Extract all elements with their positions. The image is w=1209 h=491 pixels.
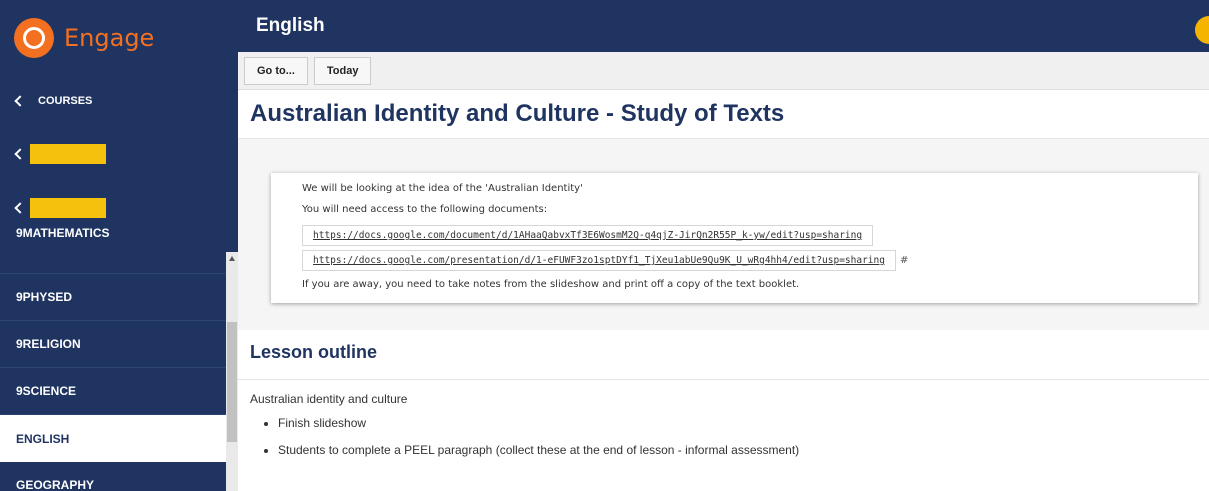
- sidebar-item-9science[interactable]: 9SCIENCE: [0, 368, 226, 415]
- header-bar: English: [238, 0, 1209, 52]
- sidebar-item-label: 9PHYSED: [16, 290, 73, 304]
- notification-bell-icon[interactable]: [1195, 16, 1209, 44]
- engage-logo-icon: [14, 17, 54, 58]
- presentation-link[interactable]: https://docs.google.com/presentation/d/1…: [302, 250, 896, 271]
- sidebar-item-label: 9MATHEMATICS: [16, 226, 110, 240]
- content-band: We will be looking at the idea of the 'A…: [238, 138, 1209, 330]
- main-content: English Go to... Today Australian Identi…: [238, 0, 1209, 491]
- courses-label: COURSES: [38, 95, 93, 107]
- logo-text: Engage: [64, 23, 155, 52]
- redaction-highlight: [30, 198, 106, 218]
- card-instruction: You will need access to the following do…: [302, 204, 548, 215]
- list-item: Students to complete a PEEL paragraph (c…: [278, 443, 1209, 457]
- list-item: Finish slideshow: [278, 416, 1209, 430]
- today-button[interactable]: Today: [313, 56, 372, 85]
- header-title: English: [256, 15, 325, 36]
- logo[interactable]: Engage: [0, 0, 238, 75]
- lesson-outline-heading: Lesson outline: [238, 330, 1209, 380]
- lesson-outline-intro: Australian identity and culture: [250, 392, 408, 406]
- scroll-up-arrow-icon[interactable]: [229, 256, 235, 261]
- sidebar-item-english[interactable]: ENGLISH: [0, 415, 226, 462]
- toolbar: Go to... Today: [238, 52, 1209, 90]
- sidebar-item-geography[interactable]: GEOGRAPHY: [0, 462, 226, 491]
- card-note: If you are away, you need to take notes …: [302, 279, 800, 290]
- card-intro: We will be looking at the idea of the 'A…: [302, 183, 583, 194]
- sidebar-item-9physed[interactable]: 9PHYSED: [0, 274, 226, 321]
- sidebar-scrollbar[interactable]: [226, 252, 238, 491]
- sidebar-item-9mathematics[interactable]: 9MATHEMATICS: [0, 226, 226, 274]
- chevron-left-icon: [14, 95, 26, 107]
- resource-card: We will be looking at the idea of the 'A…: [271, 173, 1198, 303]
- redaction-highlight: [30, 144, 106, 164]
- sidebar-item-label: ENGLISH: [16, 431, 70, 446]
- scroll-thumb[interactable]: [227, 322, 237, 442]
- chevron-left-icon: [14, 148, 26, 160]
- page-title: Australian Identity and Culture - Study …: [250, 100, 785, 127]
- redacted-nav-link-1[interactable]: [0, 127, 238, 181]
- sidebar-item-label: GEOGRAPHY: [16, 478, 95, 491]
- sidebar: Engage COURSES 9MATHEMATICS 9PHYSED 9REL…: [0, 0, 238, 491]
- sidebar-item-label: 9RELIGION: [16, 337, 81, 351]
- sidebar-item-9religion[interactable]: 9RELIGION: [0, 321, 226, 368]
- sidebar-item-label: 9SCIENCE: [16, 384, 77, 398]
- hash-mark: #: [899, 255, 909, 266]
- subject-list: 9MATHEMATICS 9PHYSED 9RELIGION 9SCIENCE …: [0, 226, 226, 491]
- courses-back-link[interactable]: COURSES: [0, 75, 238, 127]
- document-link[interactable]: https://docs.google.com/document/d/1AHaa…: [302, 225, 874, 246]
- chevron-left-icon: [14, 202, 26, 214]
- goto-button[interactable]: Go to...: [244, 56, 308, 85]
- lesson-outline-list: Finish slideshow Students to complete a …: [238, 416, 1209, 457]
